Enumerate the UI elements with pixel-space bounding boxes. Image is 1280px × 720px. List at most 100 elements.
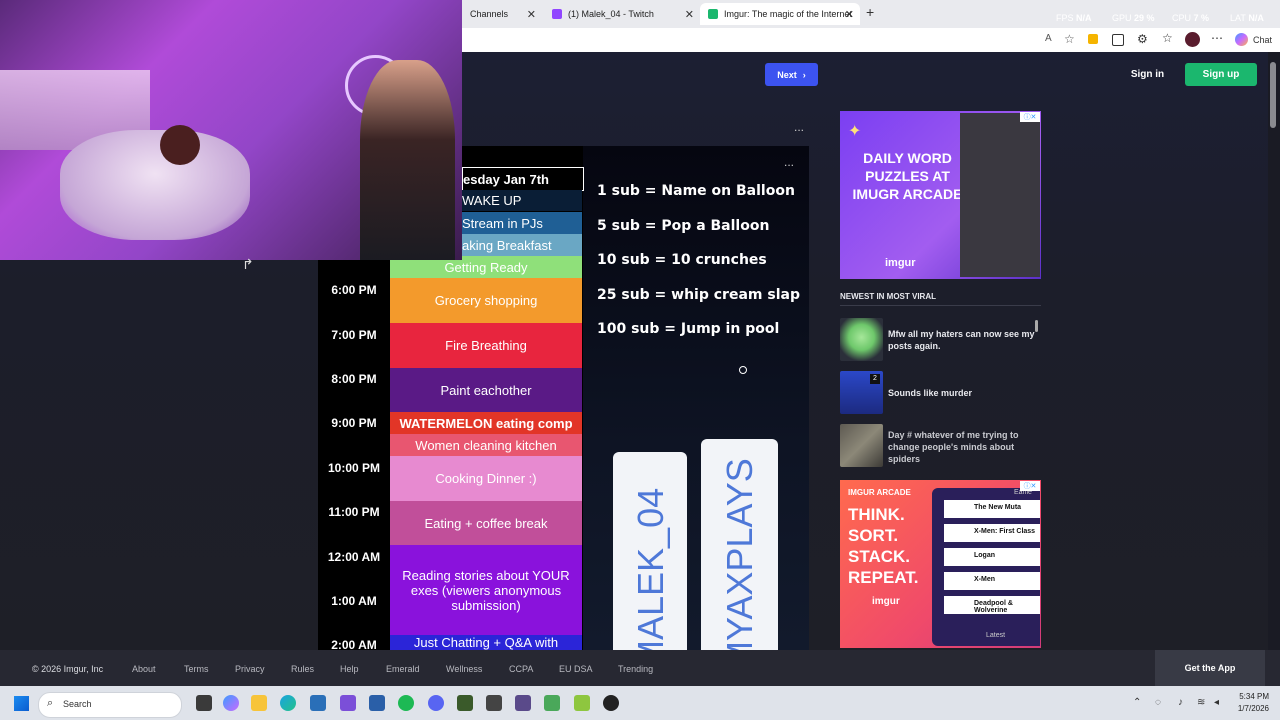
viral-title[interactable]: Mfw all my haters can now see my posts a… bbox=[888, 328, 1038, 352]
footer-link-privacy[interactable]: Privacy bbox=[235, 664, 265, 674]
windows-taskbar bbox=[0, 686, 1280, 720]
discord-icon[interactable] bbox=[428, 695, 444, 711]
windows-start-icon[interactable] bbox=[14, 696, 29, 711]
viral-thumbnail[interactable] bbox=[840, 318, 883, 361]
imgur-icon bbox=[708, 9, 718, 19]
read-aloud-icon[interactable]: A bbox=[1045, 33, 1052, 44]
copilot-icon[interactable] bbox=[1235, 33, 1248, 46]
lat-stat: LAT N/A bbox=[1230, 13, 1264, 23]
ad-choices-icon[interactable]: ⓘ✕ bbox=[1020, 112, 1040, 122]
ad-choices-icon[interactable]: ⓘ✕ bbox=[1020, 481, 1040, 491]
image-options-icon[interactable]: ... bbox=[784, 155, 794, 169]
spotify-icon[interactable] bbox=[398, 695, 414, 711]
microphone-icon[interactable]: ♪ bbox=[1178, 697, 1183, 708]
divider bbox=[840, 305, 1041, 306]
footer-copyright: © 2026 Imgur, Inc bbox=[32, 664, 104, 674]
tab-label: Imgur: The magic of the Internet bbox=[724, 9, 852, 19]
network-icon[interactable]: ◌ bbox=[1155, 697, 1161, 708]
time-label: 11:00 PM bbox=[328, 505, 380, 519]
extension-icon[interactable] bbox=[1088, 34, 1098, 44]
streamer bbox=[360, 60, 455, 260]
footer-link-trending[interactable]: Trending bbox=[618, 664, 653, 674]
viral-title[interactable]: Sounds like murder bbox=[888, 387, 1038, 399]
edge-icon[interactable] bbox=[280, 695, 296, 711]
footer-link-wellness[interactable]: Wellness bbox=[446, 664, 482, 674]
handle-text: /MALEK_04 bbox=[630, 487, 671, 650]
volume-icon[interactable]: ◂ bbox=[1214, 697, 1219, 708]
tab-twitch[interactable]: (1) Malek_04 - Twitch ✕ bbox=[544, 3, 700, 25]
arcade-sort-ad[interactable]: IMGUR ARCADE THINK. SORT. STACK. REPEAT.… bbox=[840, 480, 1041, 648]
footer-link-ccpa[interactable]: CCPA bbox=[509, 664, 533, 674]
time-label: 1:00 AM bbox=[331, 594, 377, 608]
app-icon[interactable] bbox=[515, 695, 531, 711]
fps-stat: FPS N/A bbox=[1056, 13, 1092, 23]
close-icon[interactable]: ✕ bbox=[527, 8, 536, 21]
latest-label: Latest bbox=[986, 632, 1006, 639]
word-grid-image bbox=[960, 113, 1040, 277]
viral-title[interactable]: Day # whatever of me trying to change pe… bbox=[888, 429, 1038, 465]
favorites-icon[interactable]: ☆ bbox=[1162, 31, 1173, 45]
imgur-logo: imgur bbox=[885, 257, 916, 269]
tab-label: Channels bbox=[470, 9, 509, 19]
arcade-word-puzzle-ad[interactable]: ✦ DAILY WORD PUZZLES AT IMUGR ARCADE img… bbox=[840, 111, 1041, 279]
page-scrollbar[interactable] bbox=[1268, 52, 1280, 650]
close-icon[interactable]: ✕ bbox=[685, 8, 694, 21]
extensions-puzzle-icon[interactable]: ⚙ bbox=[1137, 32, 1148, 46]
imgur-logo: imgur bbox=[872, 596, 900, 607]
scrollbar-thumb[interactable] bbox=[1270, 62, 1276, 128]
twitch-icon bbox=[552, 9, 562, 19]
chat-label[interactable]: Chat bbox=[1253, 35, 1272, 45]
minecraft-icon[interactable] bbox=[544, 695, 560, 711]
wifi-icon[interactable]: ≋ bbox=[1197, 697, 1205, 708]
favorite-star-icon[interactable]: ☆ bbox=[1064, 32, 1075, 46]
handle-card: /MALEK_04 bbox=[613, 452, 687, 650]
footer-link-rules[interactable]: Rules bbox=[291, 664, 314, 674]
next-post-button[interactable]: Next › bbox=[765, 63, 818, 86]
get-the-app-button[interactable]: Get the App bbox=[1155, 650, 1265, 686]
footer-link-emerald[interactable]: Emerald bbox=[386, 664, 420, 674]
tab-imgur[interactable]: Imgur: The magic of the Internet ✕ bbox=[700, 3, 860, 25]
task-view-icon[interactable] bbox=[196, 695, 212, 711]
file-explorer-icon[interactable] bbox=[251, 695, 267, 711]
clock-time[interactable]: 5:34 PM bbox=[1237, 692, 1269, 701]
sign-up-button[interactable]: Sign up bbox=[1185, 63, 1257, 86]
viral-item[interactable]: Mfw all my haters can now see my posts a… bbox=[840, 318, 1040, 362]
share-arrow-icon[interactable]: ↱ bbox=[242, 256, 254, 273]
app-icon[interactable] bbox=[369, 695, 385, 711]
chevron-up-icon[interactable]: ⌃ bbox=[1133, 697, 1141, 708]
game-card: Deadpool & Wolverine bbox=[944, 596, 1040, 614]
app-icon[interactable] bbox=[486, 695, 502, 711]
sign-in-button[interactable]: Sign in bbox=[1125, 63, 1170, 86]
mouse-cursor-icon bbox=[739, 366, 747, 374]
taskbar-search[interactable]: ⌕ Search bbox=[38, 692, 182, 718]
clock-date[interactable]: 1/7/2026 bbox=[1234, 704, 1269, 713]
app-icon[interactable] bbox=[340, 695, 356, 711]
obs-icon[interactable] bbox=[603, 695, 619, 711]
app-icon[interactable] bbox=[457, 695, 473, 711]
sparkle-icon: ✦ bbox=[848, 123, 862, 140]
viral-item[interactable]: Day # whatever of me trying to change pe… bbox=[840, 424, 1040, 468]
handle-text: /MYAXPLAYS bbox=[719, 458, 760, 650]
viral-thumbnail[interactable] bbox=[840, 424, 883, 467]
close-icon[interactable]: ✕ bbox=[845, 8, 854, 21]
copilot-taskbar-icon[interactable] bbox=[223, 695, 239, 711]
game-card: X-Men bbox=[944, 572, 1040, 590]
footer-link-help[interactable]: Help bbox=[340, 664, 359, 674]
tab-channels[interactable]: Channels ✕ bbox=[462, 3, 542, 25]
screenshot-icon[interactable] bbox=[1112, 34, 1124, 46]
store-icon[interactable] bbox=[310, 695, 326, 711]
viral-scrollbar[interactable] bbox=[1035, 320, 1038, 332]
viral-item[interactable]: 2 Sounds like murder bbox=[840, 371, 1040, 415]
footer-link-terms[interactable]: Terms bbox=[184, 664, 209, 674]
game-card: Logan bbox=[944, 548, 1040, 566]
profile-avatar[interactable] bbox=[1185, 32, 1200, 47]
footer-link-about[interactable]: About bbox=[132, 664, 156, 674]
footer-link-eu-dsa[interactable]: EU DSA bbox=[559, 664, 593, 674]
more-menu-icon[interactable]: ⋯ bbox=[1211, 31, 1223, 45]
person-in-bed bbox=[160, 125, 200, 165]
schedule-row: Women cleaning kitchen bbox=[390, 434, 582, 456]
new-tab-button[interactable]: + bbox=[866, 4, 874, 20]
app-icon[interactable] bbox=[574, 695, 590, 711]
post-options-icon[interactable]: ... bbox=[794, 120, 804, 134]
ad-kicker: IMGUR ARCADE bbox=[848, 488, 911, 497]
